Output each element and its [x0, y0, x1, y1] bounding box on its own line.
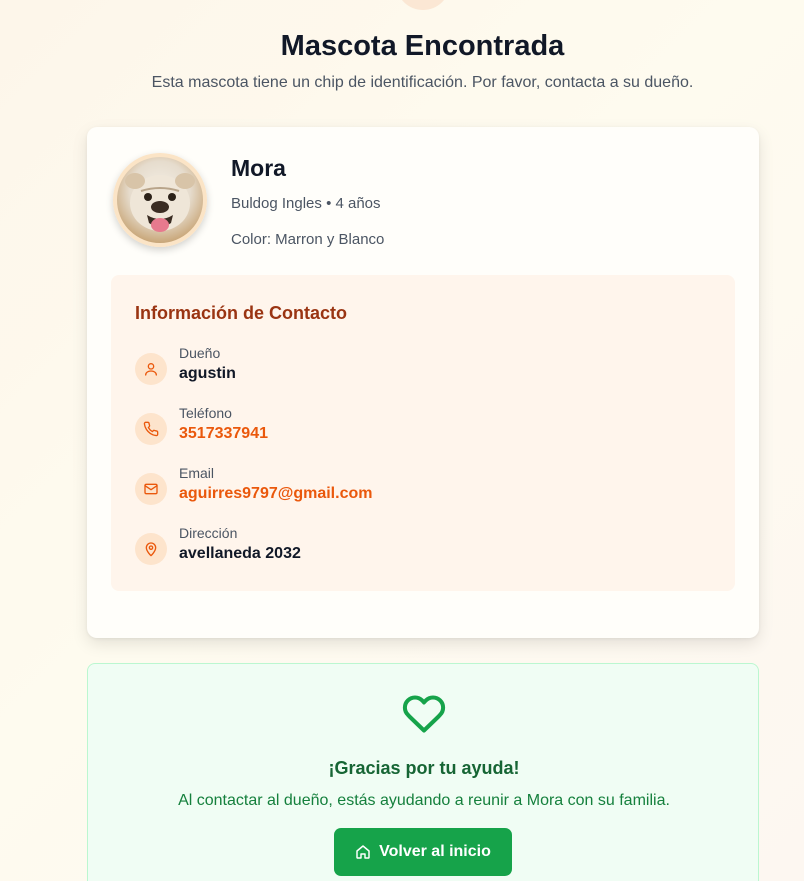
page-title: Mascota Encontrada	[280, 30, 565, 62]
phone-icon	[135, 413, 167, 445]
owner-label: Dueño	[179, 345, 221, 361]
back-home-button[interactable]: Volver al inicio	[334, 828, 512, 876]
address-label: Dirección	[179, 525, 238, 541]
pet-card: Mora Buldog Ingles • 4 años Color: Marro…	[87, 127, 759, 638]
contact-info-box: Información de Contacto Dueño agustin Te…	[111, 275, 735, 591]
contact-title: Información de Contacto	[135, 303, 348, 323]
pet-breed-age: Buldog Ingles • 4 años	[231, 195, 381, 212]
email-label: Email	[179, 465, 215, 481]
email-row: Email aguirres9797@gmail.com	[135, 465, 695, 509]
page-subtitle: Esta mascota tiene un chip de identifica…	[151, 74, 694, 91]
phone-label: Teléfono	[179, 405, 232, 421]
phone-link[interactable]: 3517337941	[179, 425, 268, 443]
top-decoration	[396, 0, 450, 10]
owner-value: agustin	[179, 365, 236, 382]
pet-name: Mora	[231, 155, 286, 181]
phone-row: Teléfono 3517337941	[135, 405, 695, 449]
back-home-label: Volver al inicio	[379, 843, 491, 860]
pet-color: Color: Marron y Blanco	[231, 231, 385, 248]
thanks-title: ¡Gracias por tu ayuda!	[328, 758, 520, 778]
home-icon	[356, 845, 370, 859]
address-row: Dirección avellaneda 2032	[135, 525, 695, 569]
thanks-message: Al contactar al dueño, estás ayudando a …	[178, 792, 670, 809]
email-link[interactable]: aguirres9797@gmail.com	[179, 485, 372, 503]
address-value: avellaneda 2032	[179, 545, 301, 562]
heart-icon	[402, 695, 446, 733]
mail-icon	[135, 473, 167, 505]
thanks-card: ¡Gracias por tu ayuda! Al contactar al d…	[87, 663, 759, 881]
dog-photo	[125, 173, 195, 232]
owner-row: Dueño agustin	[135, 345, 695, 389]
pet-avatar	[113, 153, 207, 247]
map-pin-icon	[135, 533, 167, 565]
user-icon	[135, 353, 167, 385]
